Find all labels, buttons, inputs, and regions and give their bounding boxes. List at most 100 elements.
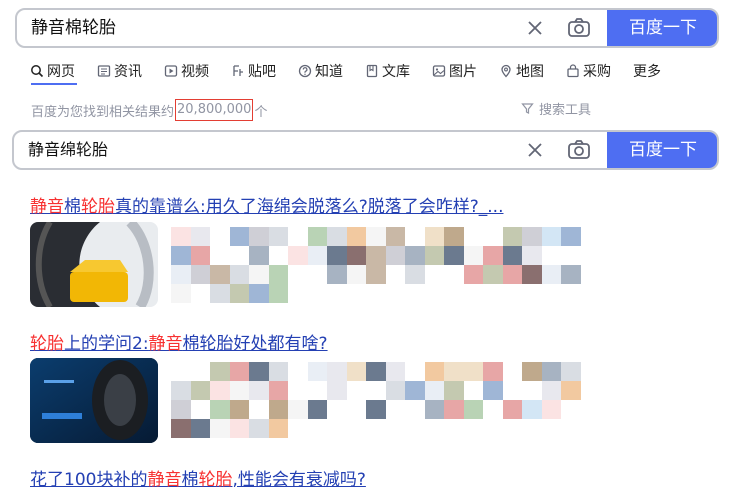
camera-icon[interactable] (567, 17, 591, 39)
tab-wenku[interactable]: 文库 (365, 60, 410, 82)
mosaic-cell (190, 419, 210, 438)
tieba-icon (233, 65, 243, 76)
mosaic-cell (366, 284, 386, 303)
title-text: 花了100块补的 (30, 470, 148, 489)
mosaic-cell (210, 381, 230, 400)
question-icon (298, 64, 312, 78)
mosaic-cell (483, 381, 503, 400)
result-title[interactable]: 轮胎上的学问2:静音棉轮胎好处都有啥? (30, 329, 328, 354)
mosaic-cell (502, 381, 522, 400)
title-text: 棉 (64, 197, 81, 217)
mosaic-cell (502, 227, 522, 246)
mosaic-cell (210, 284, 230, 303)
tab-label: 文库 (382, 64, 410, 80)
close-icon[interactable] (525, 18, 545, 38)
mosaic-cell (171, 265, 191, 284)
tab-news[interactable]: 资讯 (97, 60, 142, 82)
mosaic-cell (249, 362, 269, 381)
video-icon (164, 65, 178, 77)
tab-web[interactable]: 网页 (30, 60, 75, 82)
mosaic-cell (190, 284, 210, 303)
mosaic-cell (444, 227, 464, 246)
secondary-search-button[interactable]: 百度一下 (607, 132, 717, 168)
image-icon (432, 65, 446, 77)
tab-map[interactable]: 地图 (499, 60, 544, 82)
mosaic-cell (327, 265, 347, 284)
mosaic-cell (541, 381, 561, 400)
tab-label: 采购 (583, 64, 611, 80)
title-text: 棉轮胎好处都有啥? (182, 334, 328, 354)
secondary-search-box[interactable]: 静音绵轮胎 百度一下 (12, 130, 719, 170)
mosaic-cell (229, 362, 249, 381)
mosaic-cell (522, 265, 542, 284)
mosaic-cell (190, 246, 210, 265)
result-count: 百度为您找到相关结果约 20,800,000 个 (31, 99, 267, 121)
mosaic-cell (327, 284, 347, 303)
mosaic-cell (288, 246, 308, 265)
mosaic-cell (444, 284, 464, 303)
search-tools-button[interactable]: 搜索工具 (521, 99, 591, 118)
mosaic-cell (190, 400, 210, 419)
tab-zhidao[interactable]: 知道 (298, 60, 343, 82)
title-text: ,性能会有衰减吗? (232, 470, 366, 489)
mosaic-cell (385, 400, 405, 419)
mosaic-cell (171, 419, 191, 438)
mosaic-cell (366, 381, 386, 400)
mosaic-cell (385, 362, 405, 381)
mosaic-cell (502, 362, 522, 381)
mosaic-cell (522, 284, 542, 303)
mosaic-cell (483, 227, 503, 246)
mosaic-cell (444, 362, 464, 381)
tab-label: 地图 (516, 64, 544, 80)
keyword-highlight: 轮胎 (198, 470, 233, 489)
result-title[interactable]: 静音棉轮胎真的靠谱么:用久了海绵会脱落么?脱落了会咋样?_... (30, 192, 503, 217)
mosaic-cell (541, 265, 561, 284)
mosaic-cell (424, 362, 444, 381)
result-title[interactable]: 花了100块补的静音棉轮胎,性能会有衰减吗? (30, 465, 366, 489)
mosaic-cell (366, 362, 386, 381)
mosaic-cell (386, 419, 406, 438)
secondary-search-input[interactable]: 静音绵轮胎 (28, 132, 108, 168)
mosaic-cell (288, 419, 308, 438)
shopping-icon (567, 64, 579, 78)
mosaic-cell (483, 265, 503, 284)
tab-tieba[interactable]: 贴吧 (231, 60, 276, 82)
search-button[interactable]: 百度一下 (607, 10, 717, 46)
tab-images[interactable]: 图片 (432, 60, 477, 82)
mosaic-cell (386, 284, 406, 303)
mosaic-cell (171, 381, 191, 400)
tab-video[interactable]: 视频 (164, 60, 209, 82)
title-text: 真的靠谱么:用久了海绵会脱落么?脱落了会咋样?_... (115, 197, 504, 217)
search-box[interactable]: 静音棉轮胎 百度一下 (15, 8, 719, 48)
filter-icon (521, 103, 534, 114)
mosaic-cell (190, 227, 210, 246)
result-thumbnail[interactable] (30, 358, 158, 443)
mosaic-cell (385, 381, 405, 400)
tab-more[interactable]: 更多 (633, 60, 661, 82)
mosaic-cell (405, 265, 425, 284)
news-icon (97, 65, 111, 77)
mosaic-cell (288, 362, 308, 381)
mosaic-cell (463, 246, 483, 265)
mosaic-cell (288, 227, 308, 246)
mosaic-cell (561, 419, 581, 438)
tab-label: 图片 (449, 64, 477, 80)
mosaic-cell (249, 419, 269, 438)
result-thumbnail[interactable] (30, 222, 158, 307)
tire-thumbnail-image (30, 358, 158, 443)
mosaic-cell (385, 246, 405, 265)
mosaic-cell (268, 381, 288, 400)
mosaic-cell (190, 265, 210, 284)
mosaic-cell (405, 284, 425, 303)
mosaic-cell (561, 362, 581, 381)
mosaic-cell (171, 246, 191, 265)
mosaic-cell (502, 246, 522, 265)
mosaic-cell (444, 246, 464, 265)
camera-icon[interactable] (567, 139, 591, 161)
tab-shopping[interactable]: 采购 (566, 60, 611, 82)
search-input[interactable]: 静音棉轮胎 (31, 10, 116, 46)
mosaic-cell (229, 265, 249, 284)
tab-label: 贴吧 (248, 64, 276, 80)
close-icon[interactable] (525, 140, 545, 160)
tab-label: 知道 (315, 64, 343, 80)
